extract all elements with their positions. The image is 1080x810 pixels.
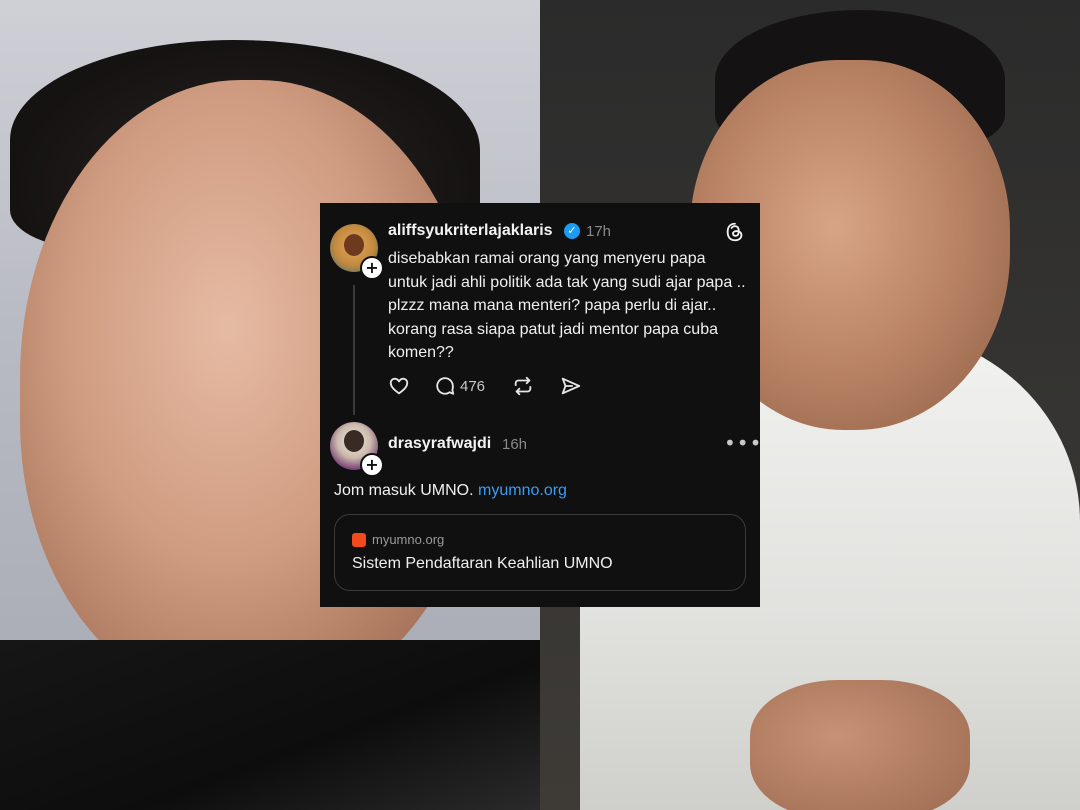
avatar-figure: [344, 234, 364, 256]
reply-username[interactable]: drasyrafwajdi: [388, 435, 491, 453]
link-preview-card[interactable]: myumno.org Sistem Pendaftaran Keahlian U…: [334, 514, 746, 591]
thread-connector-line: [353, 285, 355, 415]
avatar-figure: [344, 430, 364, 452]
reply-time: 16h: [502, 436, 528, 453]
shirt-shape: [0, 640, 540, 810]
reply-count: 476: [460, 378, 486, 395]
site-favicon-icon: [352, 533, 366, 547]
hand-shape: [750, 680, 970, 810]
threads-logo-icon[interactable]: [724, 221, 746, 243]
threads-post-card: + aliffsyukriterlajaklaris ✓ 17h disebab…: [320, 203, 762, 607]
post-body: disebabkan ramai orang yang menyeru papa…: [388, 250, 746, 361]
link-preview-title: Sistem Pendaftaran Keahlian UMNO: [352, 555, 613, 572]
verified-badge-icon: ✓: [564, 223, 580, 239]
reply-text: Jom masuk UMNO.: [334, 482, 474, 499]
link-preview-domain: myumno.org: [372, 532, 445, 547]
heart-icon[interactable]: [388, 375, 410, 399]
reply-link[interactable]: myumno.org: [478, 482, 567, 499]
share-icon[interactable]: [560, 375, 582, 399]
more-dots-icon[interactable]: •••: [724, 431, 762, 455]
post-time: 17h: [586, 223, 612, 240]
follow-plus-icon[interactable]: +: [360, 256, 384, 280]
reply-body: Jom masuk UMNO. myumno.org: [334, 482, 567, 500]
post-username[interactable]: aliffsyukriterlajaklaris: [388, 222, 553, 240]
follow-plus-icon[interactable]: +: [360, 453, 384, 477]
repost-icon[interactable]: [512, 375, 534, 399]
comment-icon[interactable]: [434, 375, 456, 399]
